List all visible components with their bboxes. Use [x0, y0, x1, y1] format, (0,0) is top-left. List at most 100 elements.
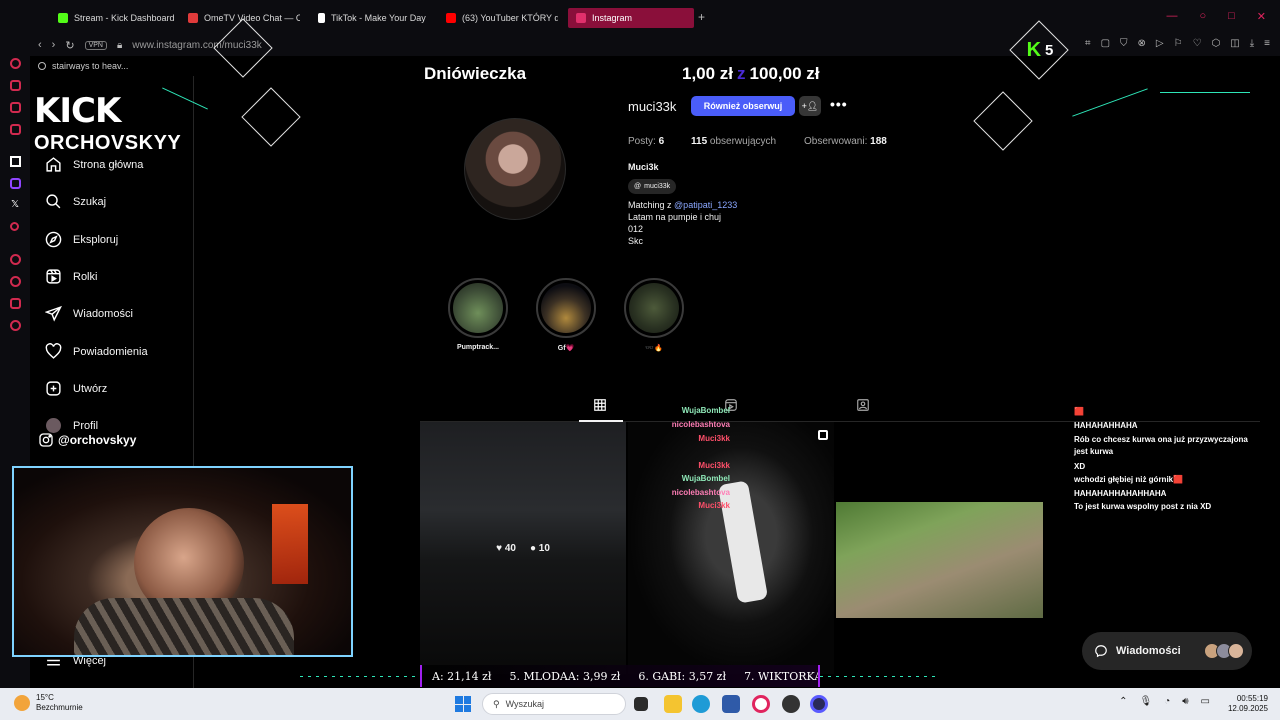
- neon-line: [1072, 88, 1148, 117]
- start-button[interactable]: [455, 696, 471, 712]
- weather-widget[interactable]: 15°C Bezchmurnie: [14, 693, 83, 713]
- nav-reels[interactable]: Rolki: [45, 268, 97, 285]
- comments-count: ● 10: [529, 542, 550, 554]
- tab-tagged[interactable]: [856, 398, 872, 412]
- followers-stat[interactable]: 115 obserwujących: [691, 136, 776, 147]
- settings-icon[interactable]: [10, 320, 21, 331]
- obs-icon[interactable]: [782, 695, 800, 713]
- battery-icon[interactable]: ▭: [1201, 696, 1210, 707]
- arc-icon[interactable]: [10, 156, 21, 167]
- messenger-icon[interactable]: [10, 102, 21, 113]
- chat-username: WujaBombel: [681, 474, 730, 483]
- post-thumbnail[interactable]: ♥ 40 ● 10: [420, 422, 626, 674]
- chat-text: HAHAHAHHAHAHHAHA: [1074, 489, 1167, 498]
- reload-icon[interactable]: ↻: [65, 39, 74, 52]
- app-icon[interactable]: [810, 695, 828, 713]
- heart-icon[interactable]: ♡: [1193, 38, 1202, 49]
- ticker-item: 6. GABI: 3,57 zł: [638, 669, 727, 683]
- player-icon[interactable]: ▷: [1156, 38, 1164, 49]
- nav-create[interactable]: Utwórz: [45, 380, 107, 397]
- streamer-name: ORCHOVSKYY: [34, 132, 182, 154]
- chat-text: XD: [1074, 462, 1086, 471]
- player-sidebar-icon[interactable]: [10, 254, 21, 265]
- edge-icon[interactable]: [692, 695, 710, 713]
- extensions-icon[interactable]: ⬡: [1212, 38, 1221, 49]
- camera-icon[interactable]: ⌗: [1085, 38, 1091, 49]
- tab-kick-dashboard[interactable]: Stream - Kick Dashboard: [58, 8, 178, 28]
- shield-icon[interactable]: ⛉: [1120, 38, 1128, 49]
- suggest-people-button[interactable]: +👤︎: [799, 96, 821, 116]
- search-tabs-icon[interactable]: ○: [1199, 10, 1206, 23]
- bio-mention-link[interactable]: @patipati_1233: [674, 200, 737, 210]
- back-icon[interactable]: ‹: [38, 39, 42, 51]
- x-icon[interactable]: 𝕏: [11, 199, 19, 210]
- nav-label: Powiadomienia: [73, 345, 148, 358]
- aria-icon[interactable]: [10, 80, 21, 91]
- menu-icon[interactable]: ≡: [1264, 38, 1270, 49]
- extensions-sidebar-icon[interactable]: [10, 298, 21, 309]
- kick-icon: [58, 13, 68, 23]
- kick-badge-count: 5: [1045, 41, 1054, 59]
- tab-youtube[interactable]: (63) YouTuber KTÓRY dla: [446, 8, 558, 28]
- store-icon[interactable]: [722, 695, 740, 713]
- volume-icon[interactable]: 🔊︎: [1182, 696, 1188, 707]
- history-icon[interactable]: [10, 276, 21, 287]
- tab-posts[interactable]: [593, 398, 609, 412]
- ometv-icon: [188, 13, 198, 23]
- nav-notifications[interactable]: Powiadomienia: [45, 343, 148, 360]
- tab-label: TikTok - Make Your Day: [331, 13, 426, 23]
- new-tab-button[interactable]: +: [698, 10, 705, 24]
- following-stat[interactable]: Obserwowani: 188: [804, 136, 887, 147]
- youtube-icon: [446, 13, 456, 23]
- bookmark-item[interactable]: stairways to heav...: [52, 61, 128, 71]
- story-highlight[interactable]: Pumptrack...: [448, 278, 508, 351]
- profile-avatar[interactable]: [464, 118, 566, 220]
- highlight-label: Pumptrack...: [456, 344, 499, 351]
- clock-date: 12.09.2025: [1227, 704, 1268, 713]
- close-icon[interactable]: ✕: [1257, 10, 1266, 23]
- story-highlight[interactable]: 🕶️🔥: [624, 278, 684, 352]
- nav-home[interactable]: Strona główna: [45, 156, 143, 173]
- likes-value: 40: [504, 542, 516, 554]
- forward-icon[interactable]: ›: [52, 39, 56, 51]
- bookmark-icon[interactable]: ⚐: [1174, 38, 1183, 49]
- plus-square-icon: [45, 380, 62, 397]
- adblock-icon[interactable]: ⊗: [1138, 38, 1146, 49]
- download-icon[interactable]: ⤓: [1250, 38, 1254, 49]
- story-highlight[interactable]: Gf💗: [536, 278, 596, 352]
- nav-messages[interactable]: Wiadomości: [45, 305, 133, 322]
- wallet-icon[interactable]: ◫: [1230, 38, 1239, 49]
- vpn-badge[interactable]: VPN: [84, 40, 107, 50]
- gmail-icon[interactable]: [10, 124, 21, 135]
- more-options-icon[interactable]: •••: [830, 96, 848, 112]
- post-thumbnail[interactable]: [836, 502, 1043, 618]
- highlight-image: [541, 283, 591, 333]
- opera-icon[interactable]: [752, 695, 770, 713]
- highlight-image: [453, 283, 503, 333]
- heart-icon: [45, 343, 62, 360]
- minimize-icon[interactable]: —: [1166, 10, 1177, 23]
- nav-explore[interactable]: Eksploruj: [45, 231, 118, 248]
- chevron-up-icon[interactable]: ⌃: [1119, 696, 1127, 707]
- task-view-icon[interactable]: [634, 697, 648, 711]
- clock-time: 00:55:19: [1236, 694, 1268, 703]
- opera-logo-icon[interactable]: [10, 58, 21, 69]
- wifi-icon[interactable]: ◔: [1164, 696, 1170, 707]
- nav-search[interactable]: Szukaj: [45, 193, 106, 210]
- file-explorer-icon[interactable]: [664, 695, 682, 713]
- maximize-icon[interactable]: □: [1228, 10, 1235, 23]
- taskbar-search[interactable]: ⚲ Wyszukaj: [482, 693, 626, 715]
- avatar: [1228, 643, 1244, 659]
- microphone-icon[interactable]: 🎙︎: [1139, 696, 1152, 707]
- post-thumbnail[interactable]: [628, 422, 834, 674]
- taskbar-clock[interactable]: 00:55:19 12.09.2025: [1228, 694, 1268, 714]
- threads-badge[interactable]: @ muci33k: [628, 179, 677, 194]
- messages-pill[interactable]: Wiadomości: [1082, 632, 1252, 670]
- snapshot-icon[interactable]: ▢: [1101, 38, 1110, 49]
- tab-tiktok[interactable]: TikTok - Make Your Day: [318, 8, 430, 28]
- youtube-music-icon[interactable]: [10, 222, 19, 231]
- instagram-handle-text: @orchovskyy: [58, 433, 137, 447]
- follow-back-button[interactable]: Również obserwuj: [691, 96, 795, 116]
- twitch-icon[interactable]: [10, 178, 21, 189]
- tab-instagram[interactable]: Instagram: [568, 8, 694, 28]
